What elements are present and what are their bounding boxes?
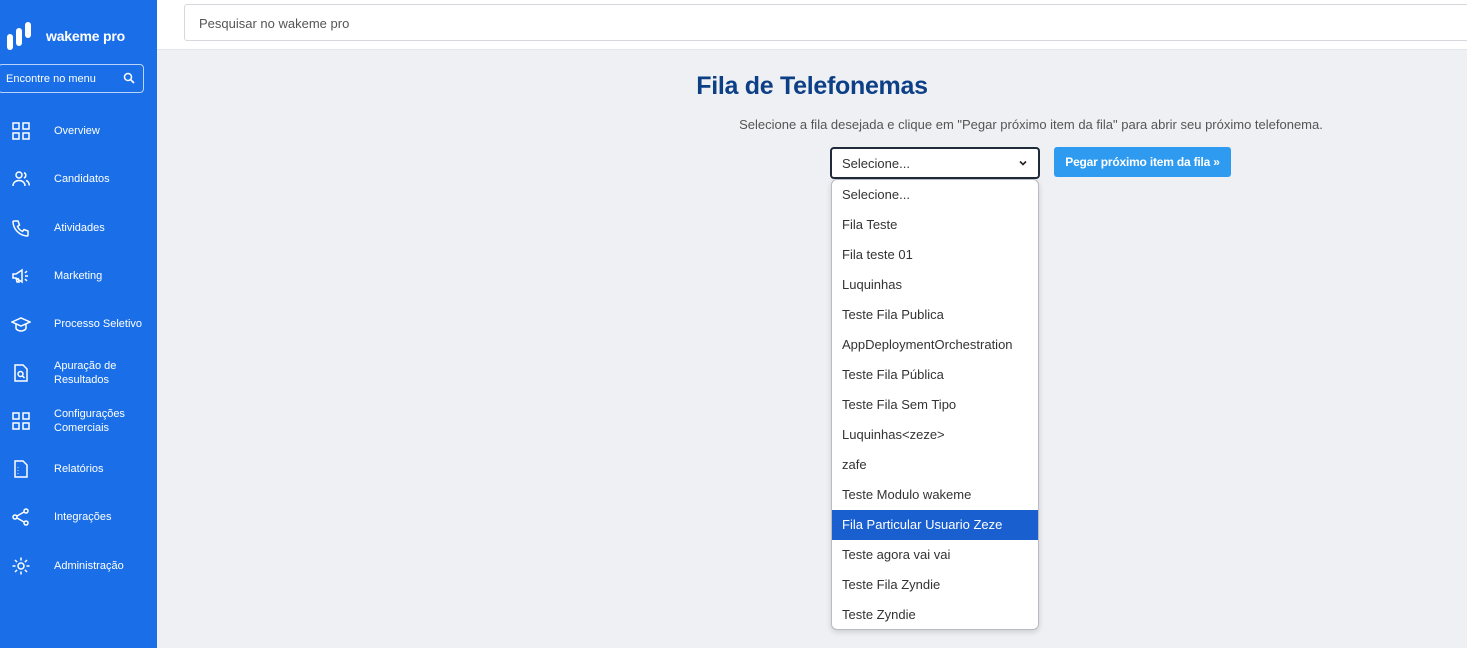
report-icon <box>11 459 31 479</box>
queue-option-highlighted[interactable]: Fila Particular Usuario Zeze <box>832 510 1038 540</box>
wakeme-logo-icon <box>7 22 31 50</box>
next-queue-item-button[interactable]: Pegar próximo item da fila » <box>1054 147 1231 177</box>
sidebar-item-administracao[interactable]: Administração <box>0 556 157 576</box>
share-icon <box>11 507 31 527</box>
sidebar-item-label: Atividades <box>54 222 105 234</box>
sidebar-item-apuracao-resultados[interactable]: Apuração de Resultados <box>0 359 157 387</box>
top-bar: Pesquisar no wakeme pro <box>157 0 1467 50</box>
brand-logo[interactable]: wakeme pro <box>6 20 125 52</box>
sidebar-item-configuracoes-comerciais[interactable]: Configurações Comerciais <box>0 407 157 435</box>
chevron-down-icon <box>1019 160 1027 166</box>
grid-icon <box>11 121 31 141</box>
page-title: Fila de Telefonemas <box>696 72 928 100</box>
sidebar-item-label: Administração <box>54 560 124 572</box>
grid-settings-icon <box>11 411 31 431</box>
search-icon <box>123 72 135 84</box>
phone-icon <box>11 218 31 238</box>
queue-option[interactable]: Fila Teste <box>832 210 1038 240</box>
queue-select-value: Selecione... <box>842 156 910 171</box>
sidebar-item-processo-seletivo[interactable]: Processo Seletivo <box>0 314 157 334</box>
page-subtitle: Selecione a fila desejada e clique em "P… <box>739 117 1323 132</box>
sidebar-item-label: Apuração de Resultados <box>54 360 117 386</box>
sidebar-item-overview[interactable]: Overview <box>0 121 157 141</box>
megaphone-icon <box>11 266 31 286</box>
queue-select[interactable]: Selecione... <box>830 147 1040 179</box>
queue-option[interactable]: AppDeploymentOrchestration <box>832 330 1038 360</box>
graduation-cap-icon <box>10 314 32 334</box>
queue-option[interactable]: Luquinhas <box>832 270 1038 300</box>
global-search-input[interactable]: Pesquisar no wakeme pro <box>184 4 1467 41</box>
brand-name: wakeme pro <box>46 28 125 44</box>
queue-option[interactable]: zafe <box>832 450 1038 480</box>
queue-option[interactable]: Teste Fila Zyndie <box>832 570 1038 600</box>
sidebar-item-label: Integrações <box>54 511 112 523</box>
queue-option[interactable]: Teste agora vai vai <box>832 540 1038 570</box>
sidebar-item-marketing[interactable]: Marketing <box>0 266 157 286</box>
queue-dropdown-list: Selecione... Fila Teste Fila teste 01 Lu… <box>831 179 1039 630</box>
queue-option[interactable]: Teste Zyndie <box>832 600 1038 629</box>
global-search-placeholder: Pesquisar no wakeme pro <box>199 16 350 31</box>
queue-option[interactable]: Luquinhas<zeze> <box>832 420 1038 450</box>
queue-option[interactable]: Selecione... <box>832 180 1038 210</box>
sidebar-item-label: Overview <box>54 125 100 137</box>
gear-icon <box>11 556 31 576</box>
sidebar-item-candidatos[interactable]: Candidatos <box>0 169 157 189</box>
menu-search-input[interactable]: Encontre no menu <box>0 64 144 93</box>
sidebar-item-integracoes[interactable]: Integrações <box>0 507 157 527</box>
document-search-icon <box>11 363 31 383</box>
queue-option[interactable]: Teste Fila Publica <box>832 300 1038 330</box>
menu-search-label: Encontre no menu <box>6 72 96 85</box>
queue-option[interactable]: Teste Fila Pública <box>832 360 1038 390</box>
queue-option[interactable]: Fila teste 01 <box>832 240 1038 270</box>
sidebar-item-label: Relatórios <box>54 463 104 475</box>
sidebar-item-label: Processo Seletivo <box>54 318 143 330</box>
sidebar: wakeme pro Encontre no menu Overview Can… <box>0 0 157 648</box>
sidebar-item-atividades[interactable]: Atividades <box>0 218 157 238</box>
queue-option[interactable]: Teste Fila Sem Tipo <box>832 390 1038 420</box>
sidebar-item-label: Configurações Comerciais <box>54 408 125 434</box>
sidebar-item-label: Marketing <box>54 270 103 282</box>
users-icon <box>11 169 31 189</box>
queue-option[interactable]: Teste Modulo wakeme <box>832 480 1038 510</box>
sidebar-item-label: Candidatos <box>54 173 110 185</box>
sidebar-item-relatorios[interactable]: Relatórios <box>0 459 157 479</box>
